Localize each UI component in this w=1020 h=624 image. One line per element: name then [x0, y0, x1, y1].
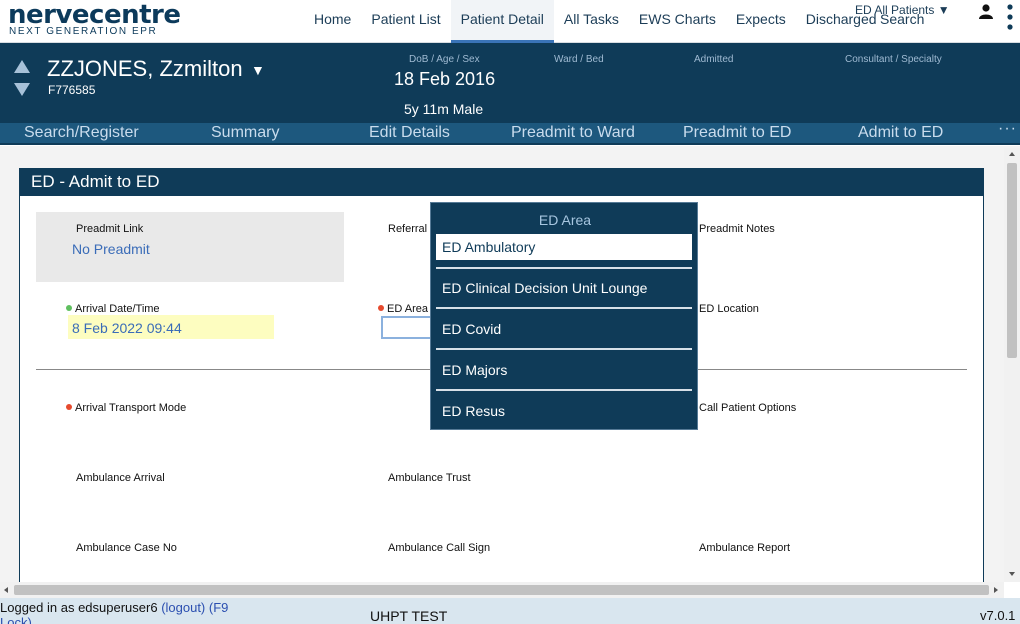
- action-preadmit-to-ward[interactable]: Preadmit to Ward: [511, 124, 635, 142]
- required-indicator: [378, 305, 384, 311]
- chevron-down-icon[interactable]: ▼: [251, 62, 265, 78]
- option-ed-covid[interactable]: ED Covid: [436, 316, 692, 342]
- option-divider: [436, 307, 692, 309]
- environment-label: UHPT TEST: [370, 608, 448, 624]
- nav-patient-list[interactable]: Patient List: [361, 0, 450, 40]
- login-text: Logged in as edsuperuser6: [0, 600, 158, 615]
- more-actions-icon[interactable]: ···: [998, 120, 1017, 138]
- next-patient-icon[interactable]: [14, 83, 30, 96]
- ward-bed-label: Ward / Bed: [554, 54, 604, 65]
- vertical-scrollbar[interactable]: [1004, 148, 1020, 582]
- option-ed-majors[interactable]: ED Majors: [436, 357, 692, 383]
- valid-indicator: [66, 305, 72, 311]
- ambulance-trust-label: Ambulance Trust: [388, 472, 471, 484]
- patient-age-sex: 5y 11m Male: [404, 101, 484, 117]
- dob-label: DoB / Age / Sex: [409, 54, 480, 65]
- option-divider: [436, 389, 692, 391]
- ambulance-report-label: Ambulance Report: [699, 542, 791, 554]
- transport-mode-label: Arrival Transport Mode: [66, 402, 186, 414]
- ambulance-case-label: Ambulance Case No: [76, 542, 177, 554]
- call-patient-label: Call Patient Options: [699, 402, 797, 414]
- patient-name[interactable]: ZZJONES, Zzmilton: [47, 56, 243, 82]
- app-logo-subtitle: NEXT GENERATION EPR: [9, 26, 158, 37]
- scroll-right-icon[interactable]: [994, 587, 998, 593]
- scroll-down-icon[interactable]: [1009, 572, 1015, 576]
- nav-patient-detail[interactable]: Patient Detail: [450, 0, 554, 43]
- ed-area-label: ED Area: [378, 303, 428, 315]
- form-title: ED - Admit to ED: [20, 169, 983, 196]
- nav-home[interactable]: Home: [304, 0, 361, 40]
- preadmit-link-value[interactable]: No Preadmit: [72, 241, 150, 257]
- previous-patient-icon[interactable]: [14, 60, 30, 73]
- arrival-label: Arrival Date/Time: [66, 303, 160, 315]
- logout-link[interactable]: (logout): [161, 600, 205, 615]
- user-icon[interactable]: [978, 3, 994, 19]
- action-bar: Search/Register Summary Edit Details Pre…: [0, 120, 1020, 145]
- scroll-left-icon[interactable]: [4, 587, 8, 593]
- action-search-register[interactable]: Search/Register: [24, 124, 139, 142]
- main-nav: Home Patient List Patient Detail All Tas…: [304, 0, 887, 43]
- patient-banner: ZZJONES, Zzmilton ▼ F776585 DoB / Age / …: [0, 43, 1020, 123]
- ambulance-arrival-label: Ambulance Arrival: [76, 472, 165, 484]
- option-ed-resus[interactable]: ED Resus: [436, 398, 692, 424]
- required-indicator: [66, 404, 72, 410]
- preadmit-notes-label: Preadmit Notes: [699, 223, 775, 235]
- option-divider: [436, 267, 692, 269]
- option-ed-clinical-decision-unit-lounge[interactable]: ED Clinical Decision Unit Lounge: [436, 275, 692, 301]
- nav-search[interactable]: Search: [880, 11, 924, 27]
- action-summary[interactable]: Summary: [211, 124, 279, 142]
- nav-expects[interactable]: Expects: [726, 0, 796, 40]
- horizontal-scrollbar[interactable]: [0, 582, 1004, 598]
- nav-all-tasks[interactable]: All Tasks: [554, 0, 629, 40]
- vertical-scroll-thumb[interactable]: [1007, 163, 1017, 358]
- ed-location-label: ED Location: [699, 303, 759, 315]
- version-label: v7.0.1: [980, 608, 1016, 623]
- action-preadmit-to-ed[interactable]: Preadmit to ED: [683, 124, 791, 142]
- top-navigation-bar: nervecentre NEXT GENERATION EPR Home Pat…: [0, 0, 1020, 43]
- option-divider: [436, 348, 692, 350]
- more-menu-icon[interactable]: [1005, 3, 1015, 31]
- patient-number: F776585: [48, 83, 96, 97]
- horizontal-scroll-thumb[interactable]: [14, 585, 989, 595]
- status-bar: Logged in as edsuperuser6 (logout) (F9 L…: [0, 598, 1020, 624]
- patient-dob: 18 Feb 2016: [394, 69, 496, 89]
- dropdown-title: ED Area: [538, 212, 592, 228]
- ambulance-call-sign-label: Ambulance Call Sign: [388, 542, 491, 554]
- consultant-label: Consultant / Specialty: [845, 54, 942, 65]
- scroll-up-icon[interactable]: [1009, 152, 1015, 156]
- admitted-label: Admitted: [694, 54, 734, 65]
- option-ed-ambulatory[interactable]: ED Ambulatory: [436, 234, 692, 260]
- action-edit-details[interactable]: Edit Details: [369, 124, 450, 142]
- preadmit-link-label: Preadmit Link: [76, 223, 144, 235]
- referral-label: Referral: [388, 223, 428, 235]
- ed-area-dropdown: ED Area ED Ambulatory ED Clinical Decisi…: [430, 202, 698, 430]
- action-admit-to-ed[interactable]: Admit to ED: [858, 124, 943, 142]
- login-status: Logged in as edsuperuser6 (logout) (F9 L…: [0, 600, 245, 624]
- ed-area-field[interactable]: [381, 316, 433, 339]
- nav-ews-charts[interactable]: EWS Charts: [629, 0, 726, 40]
- arrival-datetime-value[interactable]: 8 Feb 2022 09:44: [72, 320, 182, 336]
